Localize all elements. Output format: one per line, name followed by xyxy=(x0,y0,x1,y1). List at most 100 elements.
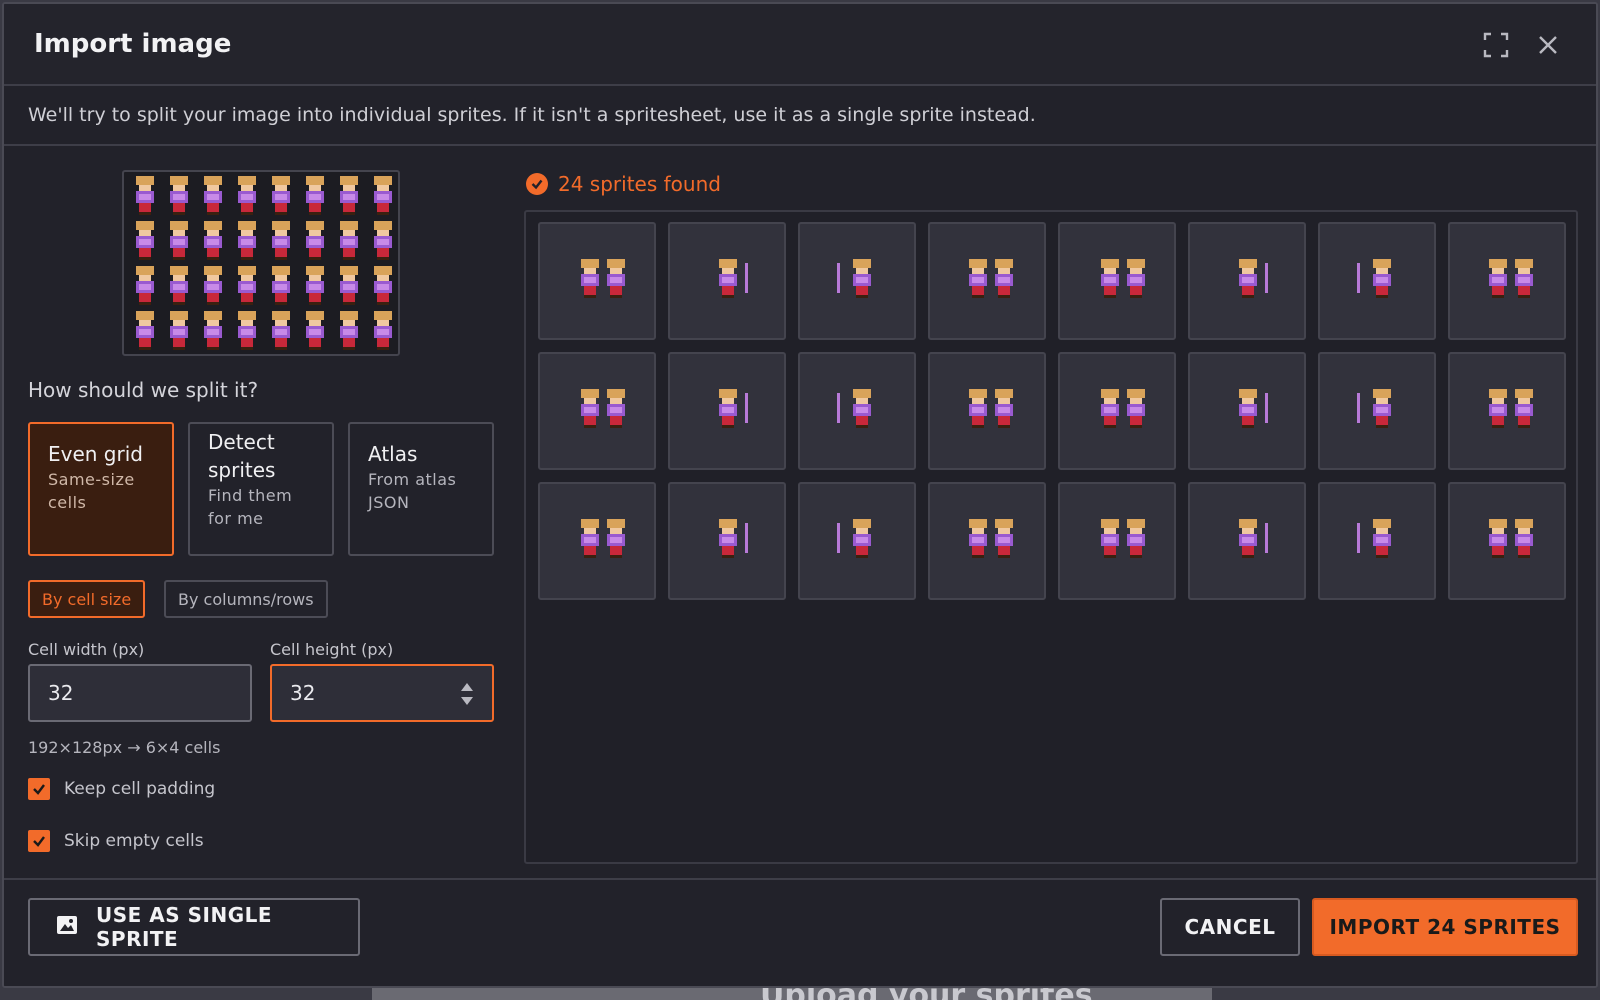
sprite-cell[interactable] xyxy=(798,482,916,600)
sprite-cell[interactable] xyxy=(538,222,656,340)
thumbnail-sprite xyxy=(170,311,188,350)
sprite-cell[interactable] xyxy=(1188,222,1306,340)
sprite-cell[interactable] xyxy=(798,352,916,470)
sprite-preview xyxy=(581,389,625,428)
sprite-cell[interactable] xyxy=(1448,352,1566,470)
mode-desc: Find them for me xyxy=(208,486,293,528)
thumbnail-sprite xyxy=(204,266,222,305)
single-sprite-label: USE AS SINGLE SPRITE xyxy=(96,903,273,951)
thumbnail-sprite xyxy=(170,221,188,260)
number-stepper-icon[interactable] xyxy=(460,680,474,708)
sprite-preview xyxy=(1489,519,1533,558)
sprite-cell[interactable] xyxy=(928,352,1046,470)
thumbnail-sprite xyxy=(170,176,188,215)
image-icon xyxy=(56,914,78,941)
cancel-button[interactable]: CANCEL xyxy=(1160,898,1300,956)
skip-empty-checkbox[interactable] xyxy=(28,830,50,852)
by-columns-rows-toggle[interactable]: By columns/rows xyxy=(164,580,328,618)
thumbnail-sprite xyxy=(340,176,358,215)
mode-atlas[interactable]: Atlas From atlas JSON xyxy=(348,422,494,556)
cell-width-input[interactable]: 32 xyxy=(28,664,252,722)
thumbnail-sprite xyxy=(306,311,324,350)
thumbnail-sprite xyxy=(340,266,358,305)
split-method-label: How should we split it? xyxy=(28,378,259,402)
sprite-cell[interactable] xyxy=(1058,222,1176,340)
sprite-preview xyxy=(1239,259,1268,298)
thumbnail-sprite xyxy=(374,266,392,305)
mode-even-grid[interactable]: Even grid Same-size cells xyxy=(28,422,174,556)
sprite-cell[interactable] xyxy=(538,352,656,470)
sprite-preview xyxy=(969,389,1013,428)
sprite-cell[interactable] xyxy=(1318,482,1436,600)
dialog-body: How should we split it? Even grid Same-s… xyxy=(4,146,1596,876)
thumbnail-sprite xyxy=(306,266,324,305)
sprite-preview xyxy=(1239,519,1268,558)
thumbnail-sprite xyxy=(238,266,256,305)
skip-empty-option[interactable]: Skip empty cells xyxy=(28,830,204,852)
use-as-single-sprite-button[interactable]: USE AS SINGLE SPRITE xyxy=(28,898,360,956)
cell-height-value: 32 xyxy=(290,681,316,705)
keep-padding-checkbox[interactable] xyxy=(28,778,50,800)
mode-title: Even grid xyxy=(48,442,143,466)
keep-padding-label: Keep cell padding xyxy=(64,779,216,799)
thumbnail-sprite xyxy=(374,176,392,215)
thumbnail-sprite xyxy=(170,266,188,305)
close-icon[interactable] xyxy=(1534,31,1562,59)
mode-desc: From atlas JSON xyxy=(368,470,457,512)
cell-width-label: Cell width (px) xyxy=(28,640,145,659)
sprite-preview xyxy=(1357,259,1391,298)
sprite-cell[interactable] xyxy=(1448,482,1566,600)
sprite-cell[interactable] xyxy=(1188,352,1306,470)
thumbnail-sprite xyxy=(272,266,290,305)
dialog-title: Import image xyxy=(34,29,232,59)
grid-dimensions-info: 192×128px → 6×4 cells xyxy=(28,738,221,757)
sprite-preview xyxy=(1489,389,1533,428)
sprite-cell[interactable] xyxy=(928,482,1046,600)
sprite-cell[interactable] xyxy=(1318,222,1436,340)
sprite-preview xyxy=(837,519,871,558)
thumbnail-sprite xyxy=(136,176,154,215)
sprite-cell[interactable] xyxy=(1318,352,1436,470)
by-cell-size-toggle[interactable]: By cell size xyxy=(28,580,146,618)
check-circle-icon xyxy=(526,173,548,195)
sprite-cell[interactable] xyxy=(668,482,786,600)
sprite-preview xyxy=(1239,389,1268,428)
sprite-preview xyxy=(719,519,748,558)
keep-padding-option[interactable]: Keep cell padding xyxy=(28,778,215,800)
dialog-footer: USE AS SINGLE SPRITE CANCEL IMPORT 24 SP… xyxy=(4,878,1596,986)
sprite-cell[interactable] xyxy=(668,352,786,470)
sprite-preview xyxy=(1489,259,1533,298)
sprite-preview xyxy=(1101,519,1145,558)
thumbnail-sprite xyxy=(272,176,290,215)
sprite-grid-panel xyxy=(524,210,1578,864)
sprite-preview xyxy=(1101,389,1145,428)
mode-title: Atlas xyxy=(368,442,418,466)
mode-detect-sprites[interactable]: Detect sprites Find them for me xyxy=(188,422,334,556)
import-image-dialog: Import image We'll try to split your ima… xyxy=(2,2,1598,988)
thumbnail-sprite xyxy=(136,311,154,350)
sprite-cell[interactable] xyxy=(928,222,1046,340)
cell-height-input[interactable]: 32 xyxy=(270,664,494,722)
thumbnail-sprite xyxy=(272,221,290,260)
sprite-grid xyxy=(538,222,1566,600)
mode-desc: Same-size cells xyxy=(48,470,135,512)
fullscreen-icon[interactable] xyxy=(1482,31,1510,59)
thumbnail-sprite xyxy=(306,221,324,260)
sprite-preview xyxy=(969,519,1013,558)
sprite-cell[interactable] xyxy=(1448,222,1566,340)
thumbnail-sprite xyxy=(340,221,358,260)
sprite-cell[interactable] xyxy=(1058,352,1176,470)
import-sprites-button[interactable]: IMPORT 24 SPRITES xyxy=(1312,898,1578,956)
spritesheet-preview xyxy=(122,170,400,356)
sprite-cell[interactable] xyxy=(798,222,916,340)
sprite-cell[interactable] xyxy=(1188,482,1306,600)
sprite-cell[interactable] xyxy=(538,482,656,600)
sprite-preview xyxy=(581,519,625,558)
sprites-found-status: 24 sprites found xyxy=(526,172,721,196)
sprite-preview xyxy=(1357,519,1391,558)
thumbnail-sprite xyxy=(272,311,290,350)
sprite-preview xyxy=(581,259,625,298)
sprite-cell[interactable] xyxy=(1058,482,1176,600)
sprite-preview xyxy=(969,259,1013,298)
sprite-cell[interactable] xyxy=(668,222,786,340)
